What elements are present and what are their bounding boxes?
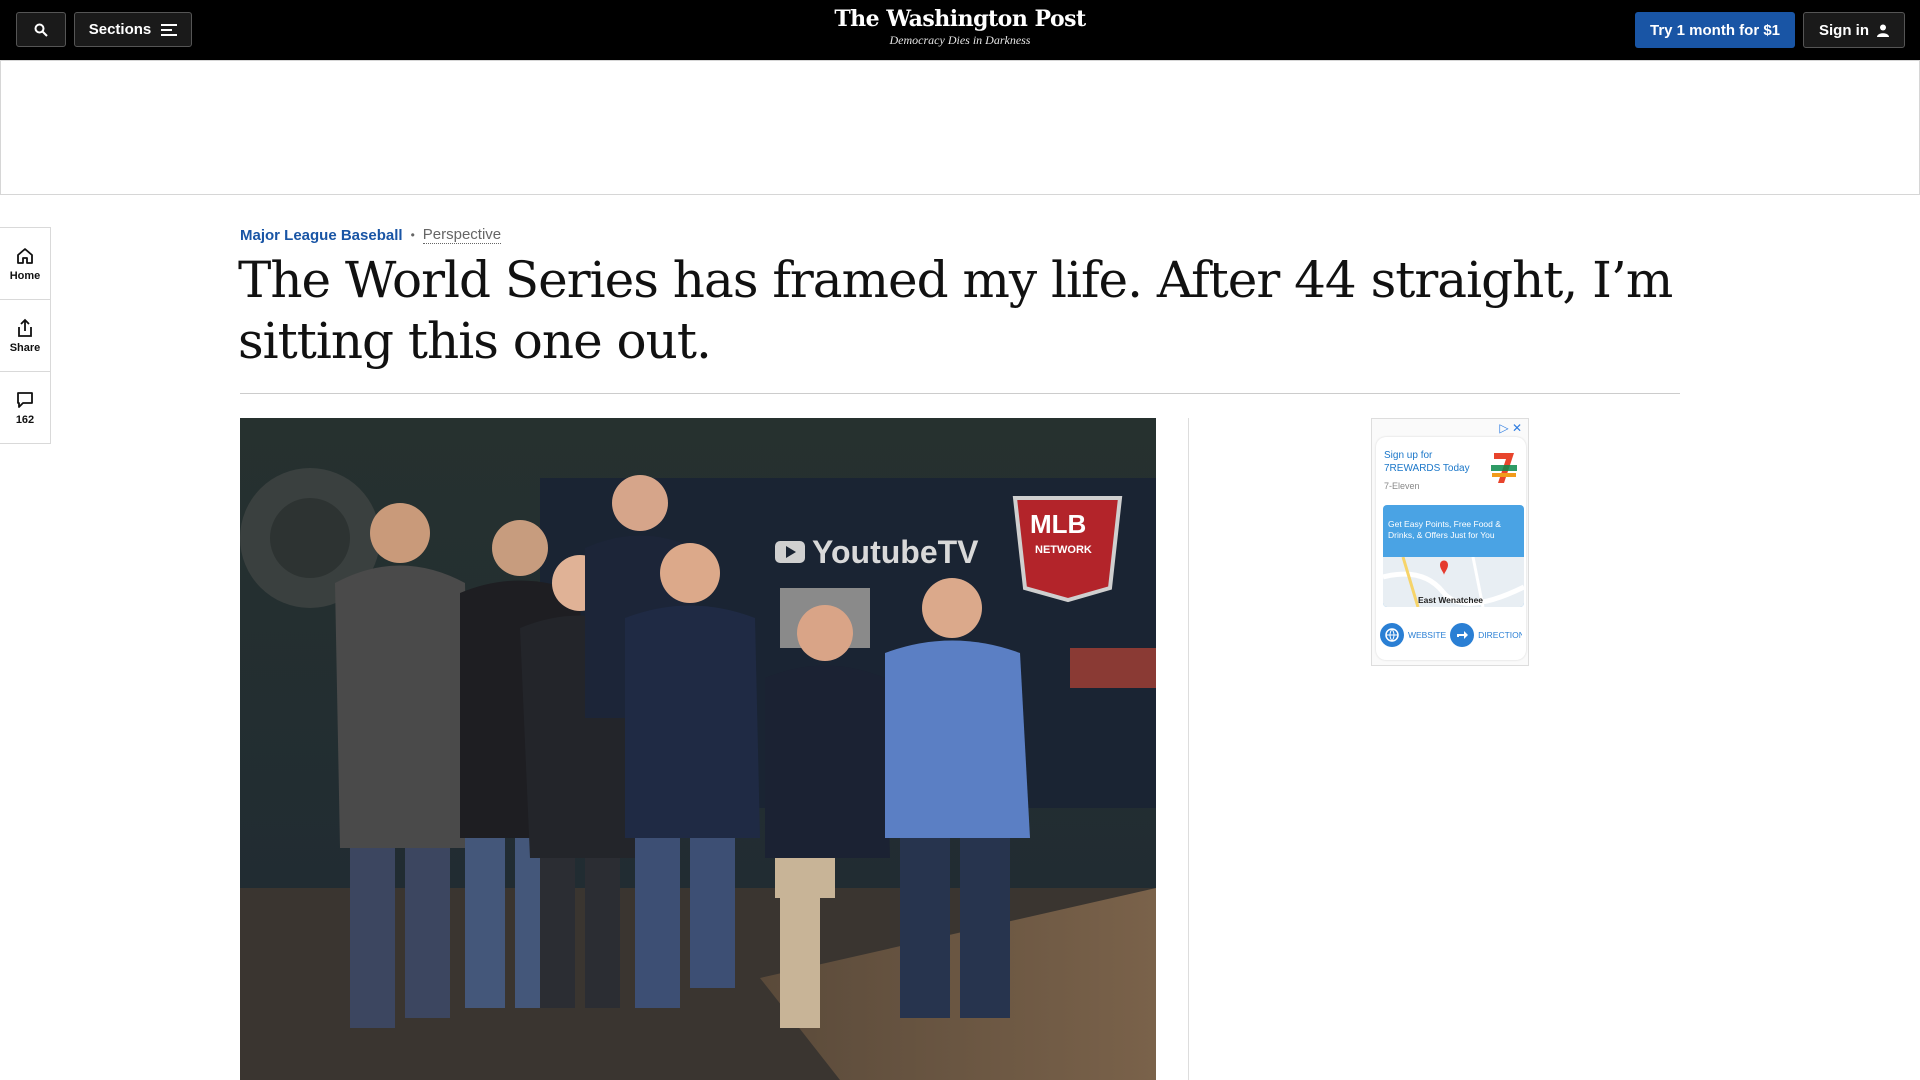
ad-links: WEBSITE DIRECTIONS (1380, 621, 1522, 649)
content-divider (1188, 418, 1189, 1080)
top-navigation-bar: Sections The Washington Post Democracy D… (0, 0, 1920, 60)
ad-brand: 7-Eleven (1384, 481, 1420, 491)
ad-card[interactable]: Sign up for 7REWARDS Today 7-Eleven Get … (1376, 437, 1526, 660)
sign-in-label: Sign in (1819, 21, 1869, 39)
ad-website-link[interactable]: WEBSITE (1408, 630, 1446, 640)
masthead: The Washington Post Democracy Dies in Da… (0, 5, 1920, 47)
rail-comments-button[interactable]: 162 (0, 372, 50, 443)
map-label: East Wenatchee (1418, 595, 1483, 605)
ad-promo-panel[interactable]: Get Easy Points, Free Food & Drinks, & O… (1383, 505, 1524, 607)
adchoices-icon[interactable]: ▷ ✕ (1499, 421, 1522, 435)
youtube-tv-sign: YoutubeTV (812, 534, 979, 570)
site-tagline: Democracy Dies in Darkness (889, 33, 1031, 47)
comment-icon (17, 391, 33, 408)
ad-map: East Wenatchee (1383, 557, 1524, 607)
photo-illustration: YoutubeTV MLB NETWORK (240, 418, 1156, 1080)
home-icon (17, 247, 33, 264)
ad-directions-link[interactable]: DIRECTIONS (1478, 630, 1522, 640)
section-link[interactable]: Major League Baseball (240, 227, 403, 244)
sign-in-button[interactable]: Sign in (1803, 12, 1905, 48)
lead-photo[interactable]: YoutubeTV MLB NETWORK (240, 418, 1156, 1080)
article-headline: The World Series has framed my life. Aft… (238, 251, 1673, 370)
7eleven-logo (1488, 449, 1520, 487)
rail-share-label: Share (9, 341, 41, 354)
ad-signup-text: Sign up for 7REWARDS Today (1384, 450, 1470, 474)
rail-home-button[interactable]: Home (0, 228, 50, 300)
perspective-label[interactable]: Perspective (422, 226, 502, 244)
headline-divider (240, 393, 1680, 394)
left-action-rail: Home Share 162 (0, 227, 51, 444)
rail-share-button[interactable]: Share (0, 300, 50, 372)
site-logo[interactable]: The Washington Post (0, 5, 1920, 33)
rail-home-label: Home (9, 269, 41, 282)
kicker-separator: • (410, 228, 415, 242)
sidebar-advertisement[interactable]: ▷ ✕ Sign up for 7REWARDS Today 7-Eleven … (1371, 418, 1529, 666)
network-sign: NETWORK (1035, 544, 1092, 556)
article-kicker: Major League Baseball • Perspective (240, 226, 502, 244)
comment-count: 162 (15, 413, 35, 426)
ad-promo-text: Get Easy Points, Free Food & Drinks, & O… (1388, 519, 1501, 540)
mlb-sign: MLB (1030, 509, 1086, 539)
globe-icon[interactable] (1380, 623, 1404, 647)
subscribe-button[interactable]: Try 1 month for $1 (1635, 12, 1795, 48)
advertisement-banner (0, 60, 1920, 195)
share-icon (18, 318, 32, 337)
user-icon (1877, 24, 1889, 37)
directions-icon[interactable] (1450, 623, 1475, 647)
